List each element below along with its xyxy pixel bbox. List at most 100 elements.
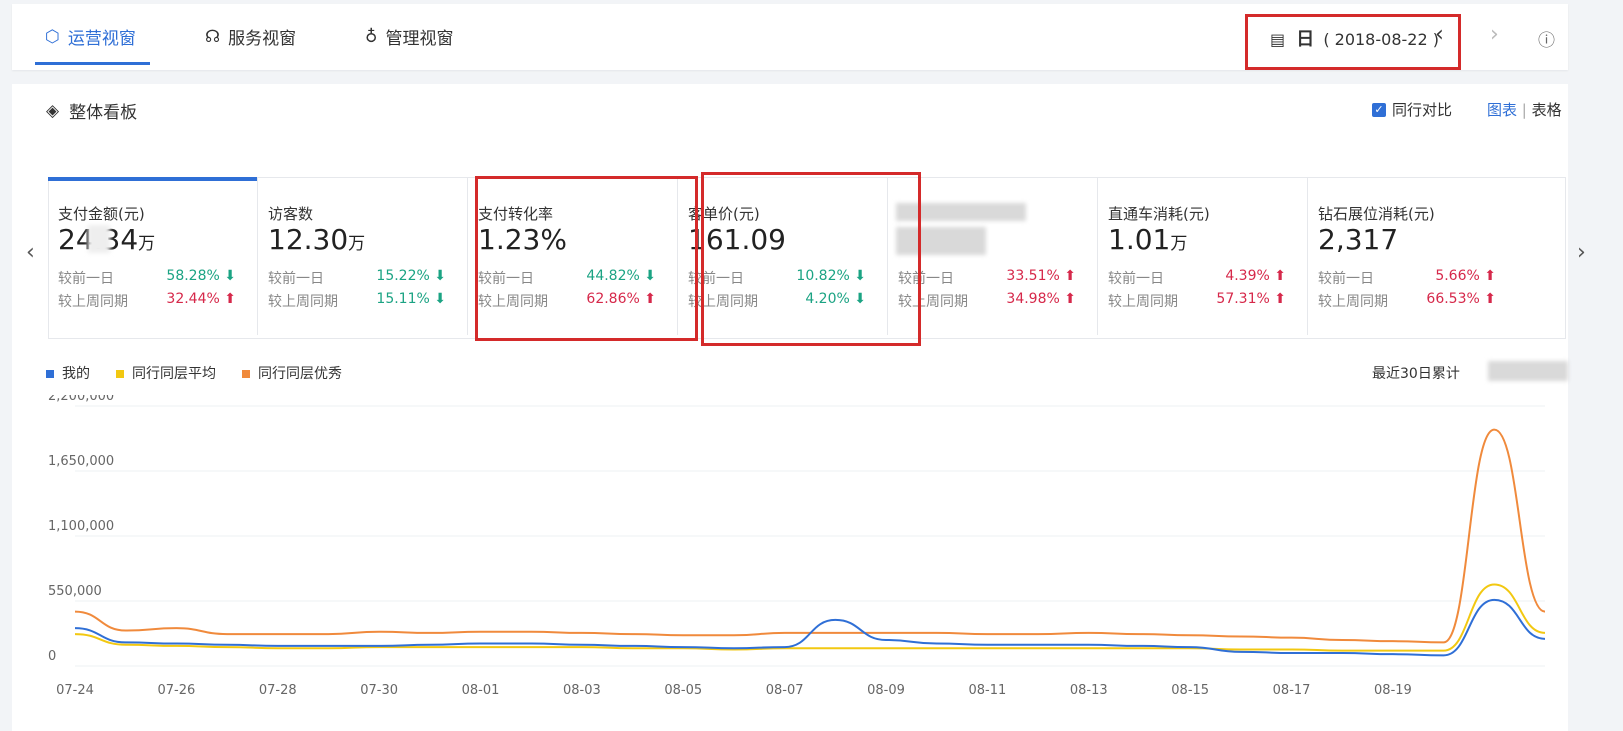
card-title: 支付金额(元): [58, 205, 145, 223]
arrow-up-icon: ⬆: [1479, 268, 1496, 284]
table-view-link[interactable]: 表格: [1532, 101, 1562, 119]
recent-label: 最近30日累计: [1372, 366, 1460, 382]
x-tick-label: 07-26: [157, 683, 195, 698]
compare-percent: 33.51% ⬆: [1006, 268, 1076, 284]
compare-label: 较上周同期: [268, 294, 338, 310]
card-compare-row: 较前一日 58.28% ⬇: [58, 268, 248, 288]
compare-percent: 32.44% ⬆: [166, 291, 236, 307]
blurred-value: [1488, 361, 1568, 381]
compare-label: 较上周同期: [58, 294, 128, 310]
x-tick-label: 08-19: [1374, 683, 1412, 698]
tab-label: 运营视窗: [67, 29, 136, 49]
chart-legend: 我的 同行同层平均 同行同层优秀: [46, 363, 342, 383]
y-tick-label: 2,200,000: [48, 395, 114, 404]
card-value-number: 12.30: [268, 223, 349, 256]
card-value-unit: 万: [348, 234, 366, 254]
x-tick-label: 08-11: [969, 683, 1007, 698]
compare-label: 较上周同期: [1108, 294, 1178, 310]
compare-label: 较前一日: [1318, 271, 1374, 287]
x-tick-label: 08-05: [664, 683, 702, 698]
x-tick-label: 08-01: [462, 683, 500, 698]
card-compare-row: 较前一日 33.51% ⬆: [898, 268, 1088, 288]
arrow-up-icon: ⬆: [1269, 268, 1286, 284]
card-compare-row: 较上周同期 32.44% ⬆: [58, 291, 248, 311]
metric-card[interactable]: 直通车消耗(元) 1.01万较前一日 4.39% ⬆ 较上周同期 57.31% ⬆: [1098, 177, 1308, 335]
arrow-up-icon: ⬆: [1059, 268, 1076, 284]
compare-label: 较前一日: [268, 271, 324, 287]
arrow-up-icon: ⬆: [1269, 291, 1286, 307]
active-tab-indicator: [35, 62, 150, 65]
compare-percent: 5.66% ⬆: [1435, 268, 1496, 284]
card-compare-row: 较上周同期 57.31% ⬆: [1108, 291, 1298, 311]
card-value-unit: 万: [138, 234, 156, 254]
legend-avg[interactable]: 同行同层平均: [116, 363, 216, 383]
compare-label: 同行对比: [1392, 101, 1453, 119]
card-compare-row: 较上周同期 66.53% ⬆: [1318, 291, 1508, 311]
metric-card[interactable]: 支付金额(元)24.34万较前一日58.28% ⬇较上周同期32.44% ⬆: [48, 177, 258, 335]
series-line-0[interactable]: [74, 598, 1546, 657]
x-tick-label: 08-15: [1171, 683, 1209, 698]
series-line-1[interactable]: [74, 583, 1546, 652]
compare-label: 较上周同期: [1318, 294, 1388, 310]
info-icon[interactable]: ⓘ: [1538, 26, 1555, 51]
y-tick-label: 0: [48, 649, 56, 664]
card-compare-row: 较前一日 15.22% ⬇: [268, 268, 458, 288]
legend-excellent[interactable]: 同行同层优秀: [242, 363, 342, 383]
metric-card[interactable]: 钻石展位消耗(元) 2,317 较前一日 5.66% ⬆ 较上周同期 66.53% ⬆: [1308, 177, 1522, 335]
chevron-right-icon[interactable]: ›: [1490, 22, 1499, 47]
compare-percent: 15.11% ⬇: [376, 291, 446, 307]
card-value: 2,317: [1318, 223, 1398, 256]
layers-icon: ◈: [46, 100, 60, 121]
shield-icon: ⬡: [45, 26, 60, 47]
compare-percent: 15.22% ⬇: [376, 268, 446, 284]
card-compare-row: 较上周同期 34.98% ⬆: [898, 291, 1088, 311]
arrow-down-icon: ⬇: [429, 291, 446, 307]
compare-label: 较前一日: [58, 271, 114, 287]
cards-next-icon[interactable]: ›: [1577, 240, 1586, 265]
cards-prev-icon[interactable]: ‹: [26, 240, 35, 265]
highlight-box-unit-price: [701, 172, 921, 346]
blurred-digit: [88, 225, 110, 253]
card-value-number: 2,317: [1318, 223, 1399, 256]
compare-percent: 34.98% ⬆: [1006, 291, 1076, 307]
view-separator: |: [1521, 101, 1527, 119]
recent-30-days: 最近30日累计: [1372, 361, 1568, 383]
section-title: 整体看板: [69, 103, 138, 123]
tab-label: 服务视窗: [228, 29, 297, 49]
y-tick-label: 550,000: [48, 584, 102, 599]
tab-label: 管理视窗: [385, 29, 454, 49]
headset-icon: ☊: [205, 26, 221, 47]
highlight-box-conversion: [475, 176, 698, 341]
card-title: 直通车消耗(元): [1108, 205, 1210, 223]
arrow-up-icon: ⬆: [219, 291, 236, 307]
tab-operations[interactable]: ⬡ 运营视窗: [45, 24, 136, 50]
section-header: ◈ 整体看板: [46, 98, 138, 124]
x-tick-label: 07-30: [360, 683, 398, 698]
checkbox-icon[interactable]: ✓: [1372, 102, 1386, 117]
chart-view-link[interactable]: 图表: [1487, 101, 1517, 119]
x-tick-label: 08-13: [1070, 683, 1108, 698]
arrow-down-icon: ⬇: [429, 268, 446, 284]
y-tick-label: 1,650,000: [48, 454, 114, 469]
view-toggle: 图表 | 表格: [1487, 99, 1562, 120]
compare-percent: 4.39% ⬆: [1225, 268, 1286, 284]
tab-management[interactable]: ♁ 管理视窗: [365, 24, 454, 50]
card-value-number: 1.01: [1108, 223, 1171, 256]
arrow-up-icon: ⬆: [1059, 291, 1076, 307]
arrow-down-icon: ⬇: [219, 268, 236, 284]
x-tick-label: 07-28: [259, 683, 297, 698]
card-title: 访客数: [268, 205, 314, 223]
compare-percent: 57.31% ⬆: [1216, 291, 1286, 307]
arrow-up-icon: ⬆: [1479, 291, 1496, 307]
card-value-unit: 万: [1170, 234, 1188, 254]
line-chart: 0 550,000 1,100,000 1,650,000 2,200,000 07-24…: [48, 395, 1546, 698]
metric-card[interactable]: 访客数 12.30万较前一日 15.22% ⬇ 较上周同期 15.11% ⬇: [258, 177, 468, 335]
legend-mine[interactable]: 我的: [46, 363, 90, 383]
compare-toggle[interactable]: ✓ 同行对比: [1372, 99, 1452, 120]
compare-label: 较前一日: [1108, 271, 1164, 287]
x-tick-label: 08-03: [563, 683, 601, 698]
card-compare-row: 较上周同期 15.11% ⬇: [268, 291, 458, 311]
tab-service[interactable]: ☊ 服务视窗: [205, 24, 297, 50]
card-value: 12.30万: [268, 223, 365, 256]
compare-percent: 58.28% ⬇: [166, 268, 236, 284]
